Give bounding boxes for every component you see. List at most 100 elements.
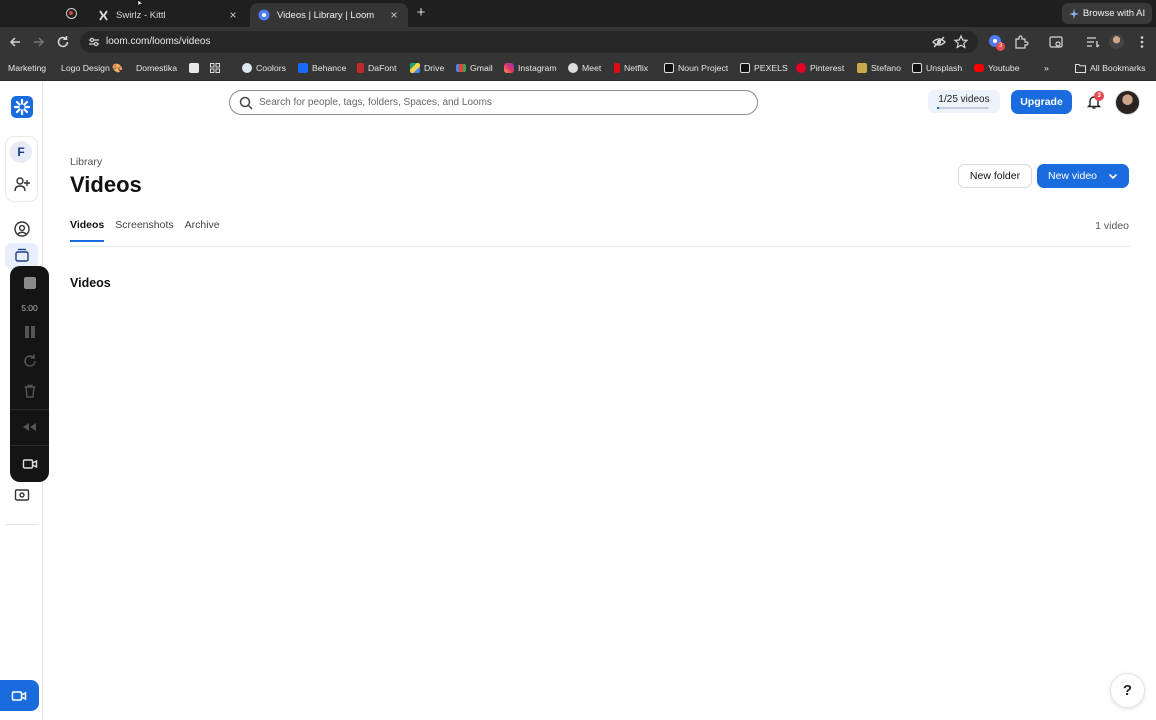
bookmarks-overflow-icon[interactable]: » <box>1044 63 1049 73</box>
bookmark-label: Unsplash <box>926 63 963 73</box>
tab-videos[interactable]: Videos <box>70 219 105 242</box>
eye-off-icon[interactable] <box>931 34 947 50</box>
bookmark-label: Logo Design 🎨 <box>61 63 124 73</box>
recording-indicator-icon <box>66 8 77 19</box>
bookmark-meet[interactable]: Meet <box>568 63 601 73</box>
screen-recordings-icon[interactable] <box>14 487 30 503</box>
bookmark-marketing[interactable]: Marketing <box>8 63 46 73</box>
search-input[interactable]: Search for people, tags, folders, Spaces… <box>229 90 758 115</box>
forward-arrow-icon[interactable] <box>32 35 46 49</box>
tabs-divider <box>70 246 1130 247</box>
page-title: Videos <box>70 172 142 197</box>
bookmark-gmail[interactable]: Gmail <box>456 63 493 73</box>
bookmark-pinterest[interactable]: Pinterest <box>796 63 844 73</box>
restart-icon[interactable] <box>22 353 38 369</box>
help-button[interactable]: ? <box>1110 673 1145 708</box>
browse-with-ai-button[interactable]: Browse with AI <box>1062 3 1152 24</box>
new-tab-icon[interactable]: + <box>414 5 428 20</box>
library-icon <box>15 248 29 262</box>
bookmark-behance[interactable]: Behance <box>298 63 346 73</box>
browser-tab-loom[interactable]: Videos | Library | Loom × <box>250 3 408 27</box>
divider <box>10 409 49 410</box>
browser-tab-kittl[interactable]: Swirlz - Kittl × <box>89 3 247 27</box>
quota-progress-bar <box>937 107 989 109</box>
more-menu-icon[interactable] <box>1134 34 1150 50</box>
all-bookmarks[interactable]: All Bookmarks <box>1075 63 1146 73</box>
bookmark-label: Noun Project <box>678 63 729 73</box>
bookmark-noun-project[interactable]: Noun Project <box>664 63 728 73</box>
tab-search-icon[interactable] <box>1048 34 1064 50</box>
bookmark-stefano[interactable]: Stefano <box>857 63 901 73</box>
tab-archive[interactable]: Archive <box>185 219 220 242</box>
upgrade-button[interactable]: Upgrade <box>1011 90 1072 114</box>
unsplash-icon <box>912 63 922 73</box>
bookmark-coolors[interactable]: Coolors <box>242 63 286 73</box>
bookmark-dafont[interactable]: DaFont <box>357 63 397 73</box>
recording-timer: 5:00 <box>21 303 38 313</box>
bookmark-label: Behance <box>312 63 347 73</box>
media-controls-icon[interactable] <box>1085 34 1101 50</box>
profile-avatar[interactable] <box>1109 34 1124 49</box>
bookmark-drive[interactable]: Drive <box>410 63 444 73</box>
all-bookmarks-label: All Bookmarks <box>1090 63 1146 73</box>
bookmark-youtube[interactable]: Youtube <box>974 63 1020 73</box>
close-tab-icon[interactable]: × <box>388 9 400 21</box>
close-tab-icon[interactable]: × <box>227 9 239 21</box>
breadcrumb[interactable]: Library <box>70 156 102 168</box>
trash-icon[interactable] <box>22 383 38 399</box>
site-settings-icon[interactable] <box>88 36 100 48</box>
user-circle-icon[interactable] <box>14 221 30 237</box>
bookmark-label: Marketing <box>8 63 47 73</box>
bookmark-pexels[interactable]: PEXELS <box>740 63 788 73</box>
gmail-icon <box>456 64 466 72</box>
bookmark-label: Youtube <box>988 63 1020 73</box>
search-placeholder: Search for people, tags, folders, Spaces… <box>259 97 492 108</box>
stop-recording-button[interactable] <box>24 277 36 289</box>
address-bar[interactable]: loom.com/looms/videos <box>80 31 978 53</box>
bookmark-instagram[interactable]: Instagram <box>504 63 557 73</box>
extensions-puzzle-icon[interactable] <box>1013 34 1029 50</box>
add-person-icon[interactable] <box>14 176 30 192</box>
bookmark-domestika[interactable]: Domestika <box>136 63 177 73</box>
new-video-label: New video <box>1048 170 1098 182</box>
camera-icon[interactable] <box>22 456 38 472</box>
extension-badge: 3 <box>996 42 1005 51</box>
bookmark-label: Netflix <box>624 63 649 73</box>
tab-screenshots[interactable]: Screenshots <box>115 219 173 242</box>
user-avatar[interactable] <box>1115 90 1140 115</box>
video-count: 1 video <box>1095 220 1129 232</box>
netflix-icon <box>614 63 620 73</box>
notification-count-badge: 3 <box>1094 91 1104 101</box>
browse-with-ai-label: Browse with AI <box>1082 8 1146 19</box>
extension-loom-icon[interactable]: 3 <box>988 34 1005 51</box>
bookmark-star-icon[interactable] <box>953 34 969 50</box>
new-folder-button[interactable]: New folder <box>958 164 1032 188</box>
bookmark-square[interactable] <box>189 63 199 73</box>
bookmark-unsplash[interactable]: Unsplash <box>912 63 962 73</box>
quota-label: 1/25 videos <box>938 94 990 105</box>
video-quota-indicator[interactable]: 1/25 videos <box>928 90 1000 113</box>
quota-progress-fill <box>937 107 940 109</box>
reload-icon[interactable] <box>56 35 70 49</box>
youtube-icon <box>974 64 984 72</box>
loom-logo-icon[interactable] <box>11 96 33 118</box>
divider <box>10 445 49 446</box>
workspace-avatar[interactable]: F <box>10 141 32 163</box>
bookmark-label: DaFont <box>368 63 397 73</box>
bookmark-label: Domestika <box>136 63 178 73</box>
bookmark-logo-design[interactable]: Logo Design 🎨 <box>61 63 123 74</box>
coolors-icon <box>242 63 252 73</box>
bookmark-label: Drive <box>424 63 445 73</box>
behance-icon <box>298 63 308 73</box>
back-arrow-icon[interactable] <box>8 35 22 49</box>
kittl-favicon-icon <box>97 9 109 21</box>
bookmark-label: Gmail <box>470 63 493 73</box>
pause-icon[interactable] <box>22 324 38 340</box>
loom-favicon-icon <box>258 9 270 21</box>
stefano-icon <box>857 63 867 73</box>
bookmark-apps[interactable] <box>210 63 220 73</box>
new-video-button[interactable]: New video <box>1037 164 1129 188</box>
bookmark-netflix[interactable]: Netflix <box>614 63 648 73</box>
record-video-button[interactable] <box>0 680 39 711</box>
drawing-tool-icon[interactable] <box>22 419 38 435</box>
